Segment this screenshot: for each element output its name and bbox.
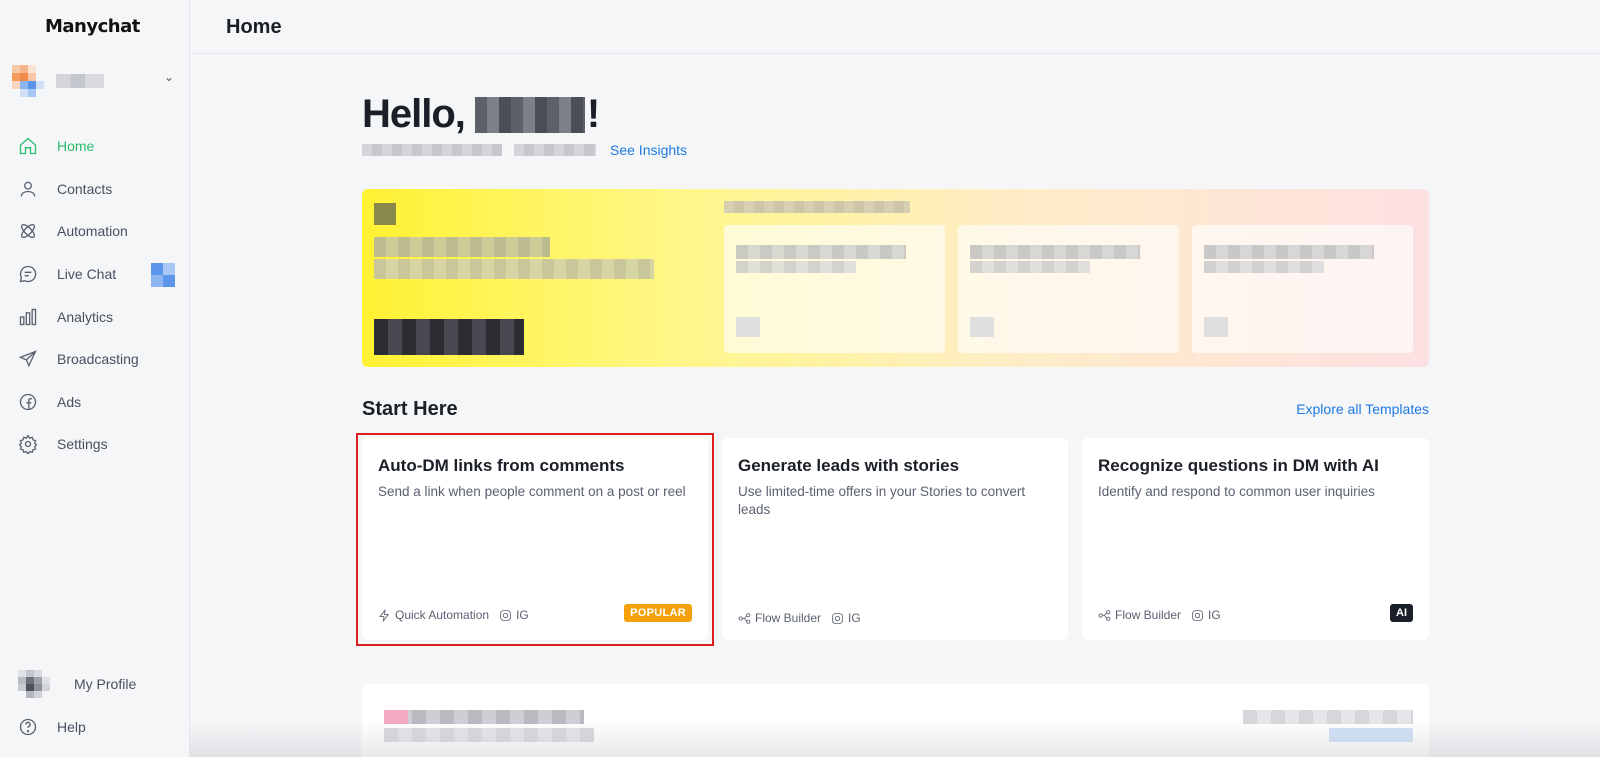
card-meta: Flow Builder IG: [738, 611, 861, 625]
banner-heading-redacted: [724, 201, 910, 213]
sidebar-item-label: Contacts: [57, 180, 113, 197]
stats-redacted: [362, 144, 502, 156]
bar-chart-icon: [19, 308, 37, 325]
top-bar: Home: [191, 0, 1600, 54]
manychat-logo[interactable]: Manychat: [45, 16, 140, 37]
sidebar-item-analytics[interactable]: Analytics: [0, 295, 190, 338]
sidebar-item-contacts[interactable]: Contacts: [0, 168, 190, 211]
chat-icon: [19, 265, 37, 283]
avatar: [18, 670, 50, 699]
banner-text-redacted: [374, 259, 654, 279]
card-channel: IG: [516, 608, 529, 622]
template-card-auto-dm[interactable]: Auto-DM links from comments Send a link …: [362, 438, 708, 640]
card-channel: IG: [848, 611, 861, 625]
start-here-title: Start Here: [362, 398, 458, 420]
user-name-redacted: [474, 96, 585, 133]
automation-icon: [20, 224, 36, 239]
sidebar-item-live-chat[interactable]: Live Chat: [0, 253, 190, 296]
card-tool: Flow Builder: [755, 611, 822, 625]
card-description: Identify and respond to common user inqu…: [1098, 484, 1375, 499]
ai-badge: AI: [1390, 604, 1413, 622]
page-title: Home: [226, 16, 282, 38]
sidebar-item-label: Live Chat: [57, 266, 117, 283]
banner-card[interactable]: [1192, 225, 1413, 353]
card-title: Recognize questions in DM with AI: [1098, 456, 1379, 475]
sidebar-item-ads[interactable]: Ads: [0, 381, 190, 424]
card-meta: Flow Builder IG: [1098, 608, 1221, 622]
account-switcher[interactable]: ⌄: [12, 64, 178, 98]
banner-icon-redacted: [374, 203, 396, 225]
sidebar: Manychat ⌄ Home Contacts Automation Live…: [0, 0, 190, 757]
popular-badge: POPULAR: [624, 604, 692, 622]
sidebar-item-broadcasting[interactable]: Broadcasting: [0, 338, 190, 381]
banner-button-redacted[interactable]: [374, 319, 524, 355]
lightning-icon: [379, 608, 390, 622]
home-icon: [19, 137, 37, 155]
promo-banner: [362, 189, 1429, 367]
greeting-subtitle: See Insights: [362, 142, 687, 158]
gear-icon: [18, 434, 38, 455]
sidebar-item-label: Broadcasting: [57, 351, 139, 368]
sidebar-item-home[interactable]: Home: [0, 125, 190, 168]
card-channel: IG: [1208, 608, 1221, 622]
sidebar-item-label: Settings: [57, 436, 108, 453]
banner-card[interactable]: [724, 225, 945, 353]
stats-redacted: [514, 144, 596, 156]
instagram-icon: [832, 612, 843, 624]
greeting-suffix: !: [586, 92, 600, 136]
sidebar-item-label: My Profile: [74, 676, 137, 693]
facebook-icon: [19, 393, 37, 411]
user-icon: [20, 181, 36, 197]
flow-builder-icon: [1098, 609, 1111, 621]
banner-card[interactable]: [958, 225, 1179, 353]
explore-templates-link[interactable]: Explore all Templates: [1296, 401, 1429, 417]
greeting-prefix: Hello,: [362, 92, 466, 136]
sidebar-bottom-nav: My Profile Help: [0, 663, 190, 748]
template-card-generate-leads[interactable]: Generate leads with stories Use limited-…: [722, 438, 1068, 640]
sidebar-item-help[interactable]: Help: [0, 706, 190, 749]
flow-builder-icon: [738, 612, 751, 624]
send-icon: [18, 350, 37, 368]
account-avatar: [12, 65, 44, 97]
help-icon: [19, 718, 37, 736]
card-description: Use limited-time offers in your Stories …: [738, 484, 1026, 517]
instagram-icon: [1192, 609, 1203, 621]
sidebar-item-label: Ads: [57, 393, 82, 410]
instagram-icon: [500, 609, 511, 621]
sidebar-item-automation[interactable]: Automation: [0, 210, 190, 253]
sidebar-item-settings[interactable]: Settings: [0, 423, 190, 466]
sidebar-item-label: Home: [57, 138, 95, 155]
lower-card-redacted[interactable]: [362, 684, 1429, 757]
template-card-recognize-questions[interactable]: Recognize questions in DM with AI Identi…: [1082, 438, 1429, 640]
sidebar-item-label: Analytics: [57, 308, 114, 325]
card-title: Auto-DM links from comments: [378, 456, 625, 475]
card-meta: Quick Automation IG: [378, 608, 529, 622]
card-tool: Quick Automation: [395, 608, 490, 622]
sidebar-nav: Home Contacts Automation Live Chat Analy…: [0, 125, 190, 466]
card-tool: Flow Builder: [1115, 608, 1182, 622]
live-chat-badge-redacted: [151, 262, 175, 287]
chevron-down-icon[interactable]: ⌄: [164, 70, 174, 84]
see-insights-link[interactable]: See Insights: [610, 142, 687, 158]
card-description: Send a link when people comment on a pos…: [378, 484, 686, 499]
account-name-redacted: [56, 74, 104, 88]
card-title: Generate leads with stories: [738, 456, 960, 475]
sidebar-item-my-profile[interactable]: My Profile: [0, 663, 190, 706]
banner-title-redacted: [374, 237, 550, 257]
sidebar-item-label: Automation: [57, 223, 128, 240]
greeting: Hello, !: [362, 92, 600, 137]
sidebar-item-label: Help: [57, 718, 86, 735]
